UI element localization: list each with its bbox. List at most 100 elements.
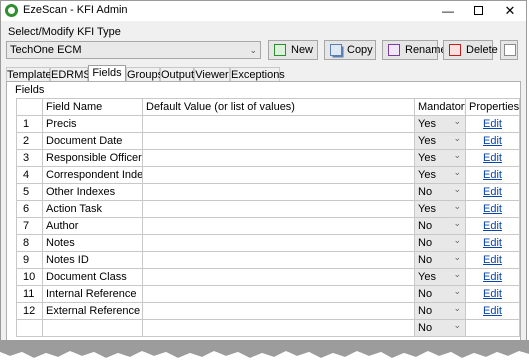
mandatory-select[interactable]: No ⌄ <box>414 183 466 201</box>
mandatory-select[interactable]: Yes ⌄ <box>414 132 466 150</box>
mandatory-select[interactable]: Yes ⌄ <box>414 200 466 218</box>
field-name-cell[interactable]: Author <box>42 217 143 235</box>
properties-cell: Edit <box>465 251 520 269</box>
field-name-cell[interactable]: Notes <box>42 234 143 252</box>
mandatory-select[interactable]: No ⌄ <box>414 285 466 303</box>
table-row: 4 Correspondent Index Yes ⌄ Edit <box>16 166 520 184</box>
table-row: No ⌄ <box>16 319 520 337</box>
chevron-down-icon: ⌄ <box>453 269 461 280</box>
ezescan-logo-icon <box>5 4 18 17</box>
kfi-type-dropdown[interactable]: TechOne ECM ⌄ <box>6 41 261 59</box>
document-button[interactable] <box>500 40 518 60</box>
document-icon <box>504 44 516 56</box>
close-button[interactable]: ✕ <box>495 1 525 21</box>
field-name-cell[interactable]: External Reference <box>42 302 143 320</box>
field-name-cell[interactable]: Correspondent Index <box>42 166 143 184</box>
field-name-cell[interactable]: Other Indexes <box>42 183 143 201</box>
edit-properties-link[interactable]: Edit <box>483 220 502 232</box>
fields-panel: Fields Field Name Default Value (or list… <box>6 81 521 351</box>
mandatory-select[interactable]: Yes ⌄ <box>414 268 466 286</box>
default-value-cell[interactable] <box>142 166 415 184</box>
chevron-down-icon: ⌄ <box>453 133 461 144</box>
mandatory-select[interactable]: No ⌄ <box>414 251 466 269</box>
edit-properties-link[interactable]: Edit <box>483 237 502 249</box>
field-name-cell[interactable]: Document Date <box>42 132 143 150</box>
properties-cell: Edit <box>465 200 520 218</box>
mandatory-select[interactable]: No ⌄ <box>414 217 466 235</box>
mandatory-value: No <box>418 254 433 266</box>
edit-properties-link[interactable]: Edit <box>483 186 502 198</box>
edit-properties-link[interactable]: Edit <box>483 288 502 300</box>
mandatory-select[interactable]: No ⌄ <box>414 234 466 252</box>
mandatory-value: No <box>418 220 433 232</box>
default-value-cell[interactable] <box>142 115 415 133</box>
mandatory-select[interactable]: Yes ⌄ <box>414 166 466 184</box>
edit-properties-link[interactable]: Edit <box>483 254 502 266</box>
kfi-type-label: Select/Modify KFI Type <box>8 26 121 38</box>
properties-cell: Edit <box>465 115 520 133</box>
edit-properties-link[interactable]: Edit <box>483 152 502 164</box>
default-value-cell[interactable] <box>142 149 415 167</box>
default-value-cell[interactable] <box>142 234 415 252</box>
kfi-type-value: TechOne ECM <box>10 44 82 56</box>
table-row: 12 External Reference No ⌄ Edit <box>16 302 520 320</box>
maximize-button[interactable] <box>463 1 493 21</box>
field-name-cell[interactable]: Internal Reference <box>42 285 143 303</box>
new-button[interactable]: New <box>268 40 318 60</box>
default-value-cell[interactable] <box>142 285 415 303</box>
default-value-cell[interactable] <box>142 200 415 218</box>
field-name-cell[interactable]: Notes ID <box>42 251 143 269</box>
tab-viewer[interactable]: Viewer <box>194 67 230 82</box>
chevron-down-icon: ⌄ <box>453 150 461 161</box>
edit-properties-link[interactable]: Edit <box>483 305 502 317</box>
table-row: 11 Internal Reference No ⌄ Edit <box>16 285 520 303</box>
field-name-cell[interactable]: Action Task <box>42 200 143 218</box>
mandatory-select[interactable]: Yes ⌄ <box>414 149 466 167</box>
row-number: 10 <box>16 268 43 286</box>
row-number: 1 <box>16 115 43 133</box>
mandatory-value: Yes <box>418 203 436 215</box>
default-value-cell[interactable] <box>142 132 415 150</box>
mandatory-select[interactable]: No ⌄ <box>414 302 466 320</box>
rename-button[interactable]: Rename <box>382 40 447 60</box>
chevron-down-icon: ⌄ <box>453 167 461 178</box>
properties-cell <box>465 319 520 337</box>
field-name-cell[interactable]: Document Class <box>42 268 143 286</box>
tab-template[interactable]: Template <box>6 67 52 82</box>
default-value-cell[interactable] <box>142 268 415 286</box>
mandatory-select[interactable]: No ⌄ <box>414 319 466 337</box>
tab-exceptions[interactable]: Exceptions <box>230 67 285 82</box>
mandatory-value: No <box>418 288 433 300</box>
default-value-cell[interactable] <box>142 251 415 269</box>
default-value-cell[interactable] <box>142 217 415 235</box>
field-name-cell[interactable] <box>42 319 143 337</box>
properties-cell: Edit <box>465 268 520 286</box>
tab-fields[interactable]: Fields <box>88 65 126 82</box>
window-title: EzeScan - KFI Admin <box>23 4 128 16</box>
field-name-cell[interactable]: Precis <box>42 115 143 133</box>
tab-edrms[interactable]: EDRMS <box>50 67 91 82</box>
default-value-cell[interactable] <box>142 302 415 320</box>
delete-icon <box>449 44 461 56</box>
tab-groups[interactable]: Groups <box>126 67 163 82</box>
edit-properties-link[interactable]: Edit <box>483 169 502 181</box>
tab-output[interactable]: Output <box>160 67 194 82</box>
edit-properties-link[interactable]: Edit <box>483 271 502 283</box>
new-icon <box>274 44 286 56</box>
delete-button[interactable]: Delete <box>443 40 498 60</box>
default-value-cell[interactable] <box>142 183 415 201</box>
properties-cell: Edit <box>465 132 520 150</box>
field-name-cell[interactable]: Responsible Officer <box>42 149 143 167</box>
edit-properties-link[interactable]: Edit <box>483 135 502 147</box>
mandatory-value: Yes <box>418 169 436 181</box>
default-value-cell[interactable] <box>142 319 415 337</box>
mandatory-select[interactable]: Yes ⌄ <box>414 115 466 133</box>
edit-properties-link[interactable]: Edit <box>483 203 502 215</box>
table-row: 9 Notes ID No ⌄ Edit <box>16 251 520 269</box>
table-row: 3 Responsible Officer Yes ⌄ Edit <box>16 149 520 167</box>
copy-icon <box>330 44 342 56</box>
copy-button[interactable]: Copy <box>324 40 376 60</box>
minimize-button[interactable]: — <box>433 1 463 21</box>
edit-properties-link[interactable]: Edit <box>483 118 502 130</box>
torn-edge <box>0 340 529 364</box>
